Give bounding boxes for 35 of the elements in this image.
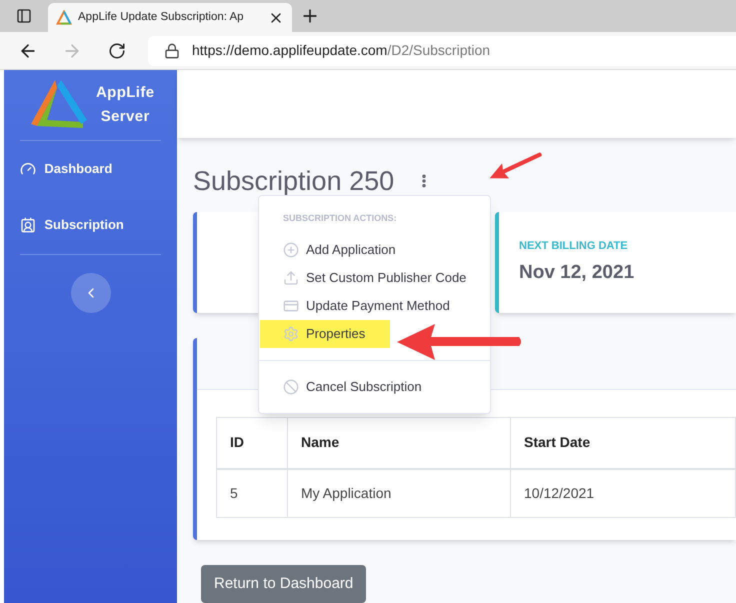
contact-card-icon xyxy=(20,217,36,233)
address-bar[interactable]: https://demo.applifeupdate.com/D2/Subscription xyxy=(148,36,736,66)
tab-panel-icon[interactable] xyxy=(16,8,32,24)
column-header: ID xyxy=(216,418,288,469)
logo-icon xyxy=(56,10,72,26)
url-text: https://demo.applifeupdate.com/D2/Subscription xyxy=(192,41,490,60)
menu-header: SUBSCRIPTION ACTIONS: xyxy=(282,212,398,225)
menu-item[interactable]: Add Application xyxy=(260,236,489,264)
return-button[interactable]: Return to Dashboard xyxy=(201,565,366,603)
browser-tab[interactable]: AppLife Update Subscription: Ap xyxy=(48,3,292,32)
card-label: NEXT BILLING DATE xyxy=(519,239,629,254)
nav-link[interactable]: Subscription xyxy=(20,197,161,253)
table-cell: 5 xyxy=(216,468,288,518)
lock-icon xyxy=(164,42,180,58)
gear-icon xyxy=(283,326,299,342)
menu-item[interactable]: Update Payment Method xyxy=(260,292,489,320)
brand-name: Server xyxy=(100,107,150,127)
upload-icon xyxy=(283,270,299,286)
reload-icon[interactable] xyxy=(108,42,126,60)
column-header: Start Date xyxy=(510,418,736,469)
add-icon xyxy=(283,242,299,258)
card-value: Nov 12, 2021 xyxy=(519,260,636,285)
column-header: Name xyxy=(288,418,510,469)
brand-name: AppLife xyxy=(96,83,154,103)
nav-link[interactable]: Dashboard xyxy=(20,141,161,197)
table-cell: 10/12/2021 xyxy=(510,468,736,518)
menu-item[interactable]: Cancel Subscription xyxy=(260,372,489,400)
table-cell: My Application xyxy=(288,468,510,518)
gauge-icon xyxy=(20,161,36,177)
menu-item[interactable]: Properties xyxy=(260,320,390,348)
menu-item[interactable]: Set Custom Publisher Code xyxy=(260,264,489,292)
credit-card-icon xyxy=(283,298,299,314)
prohibited-icon xyxy=(283,378,299,394)
tab-title: AppLife Update Subscription: Ap xyxy=(78,10,245,25)
page-title: Subscription 250 xyxy=(193,165,394,198)
